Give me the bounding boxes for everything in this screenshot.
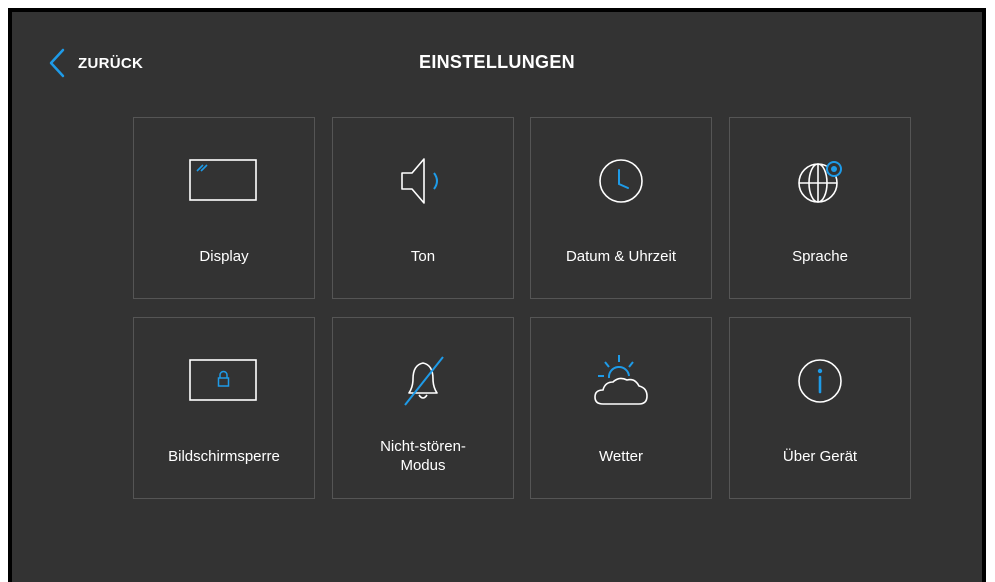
tile-ton[interactable]: Ton [332,117,514,299]
settings-screen: ZURÜCK EINSTELLUNGEN Display Ton Datum &… [8,8,986,582]
tile-label: Bildschirmsperre [168,447,280,465]
display-icon [134,154,314,208]
globe-icon [730,154,910,208]
speaker-icon [333,154,513,208]
bell-off-icon [333,354,513,408]
tile-nicht-stoeren-modus[interactable]: Nicht-stören- Modus [332,317,514,499]
tile-bildschirmsperre[interactable]: Bildschirmsperre [133,317,315,499]
clock-icon [531,154,711,208]
tile-ueber-geraet[interactable]: Über Gerät [729,317,911,499]
tile-label: Display [199,247,249,265]
info-icon [730,354,910,408]
tile-display[interactable]: Display [133,117,315,299]
tile-datum-uhrzeit[interactable]: Datum & Uhrzeit [530,117,712,299]
tile-label: Wetter [599,447,643,465]
tile-label: Über Gerät [782,447,858,465]
tile-label: Sprache [792,247,848,265]
tile-label: Ton [410,247,436,265]
page-title: EINSTELLUNGEN [419,52,575,72]
header: ZURÜCK EINSTELLUNGEN [12,12,982,112]
tile-wetter[interactable]: Wetter [530,317,712,499]
screen-lock-icon [134,354,314,408]
tile-label: Nicht-stören- Modus [380,438,466,474]
weather-icon [531,354,711,408]
tile-label: Datum & Uhrzeit [565,247,677,265]
tile-sprache[interactable]: Sprache [729,117,911,299]
